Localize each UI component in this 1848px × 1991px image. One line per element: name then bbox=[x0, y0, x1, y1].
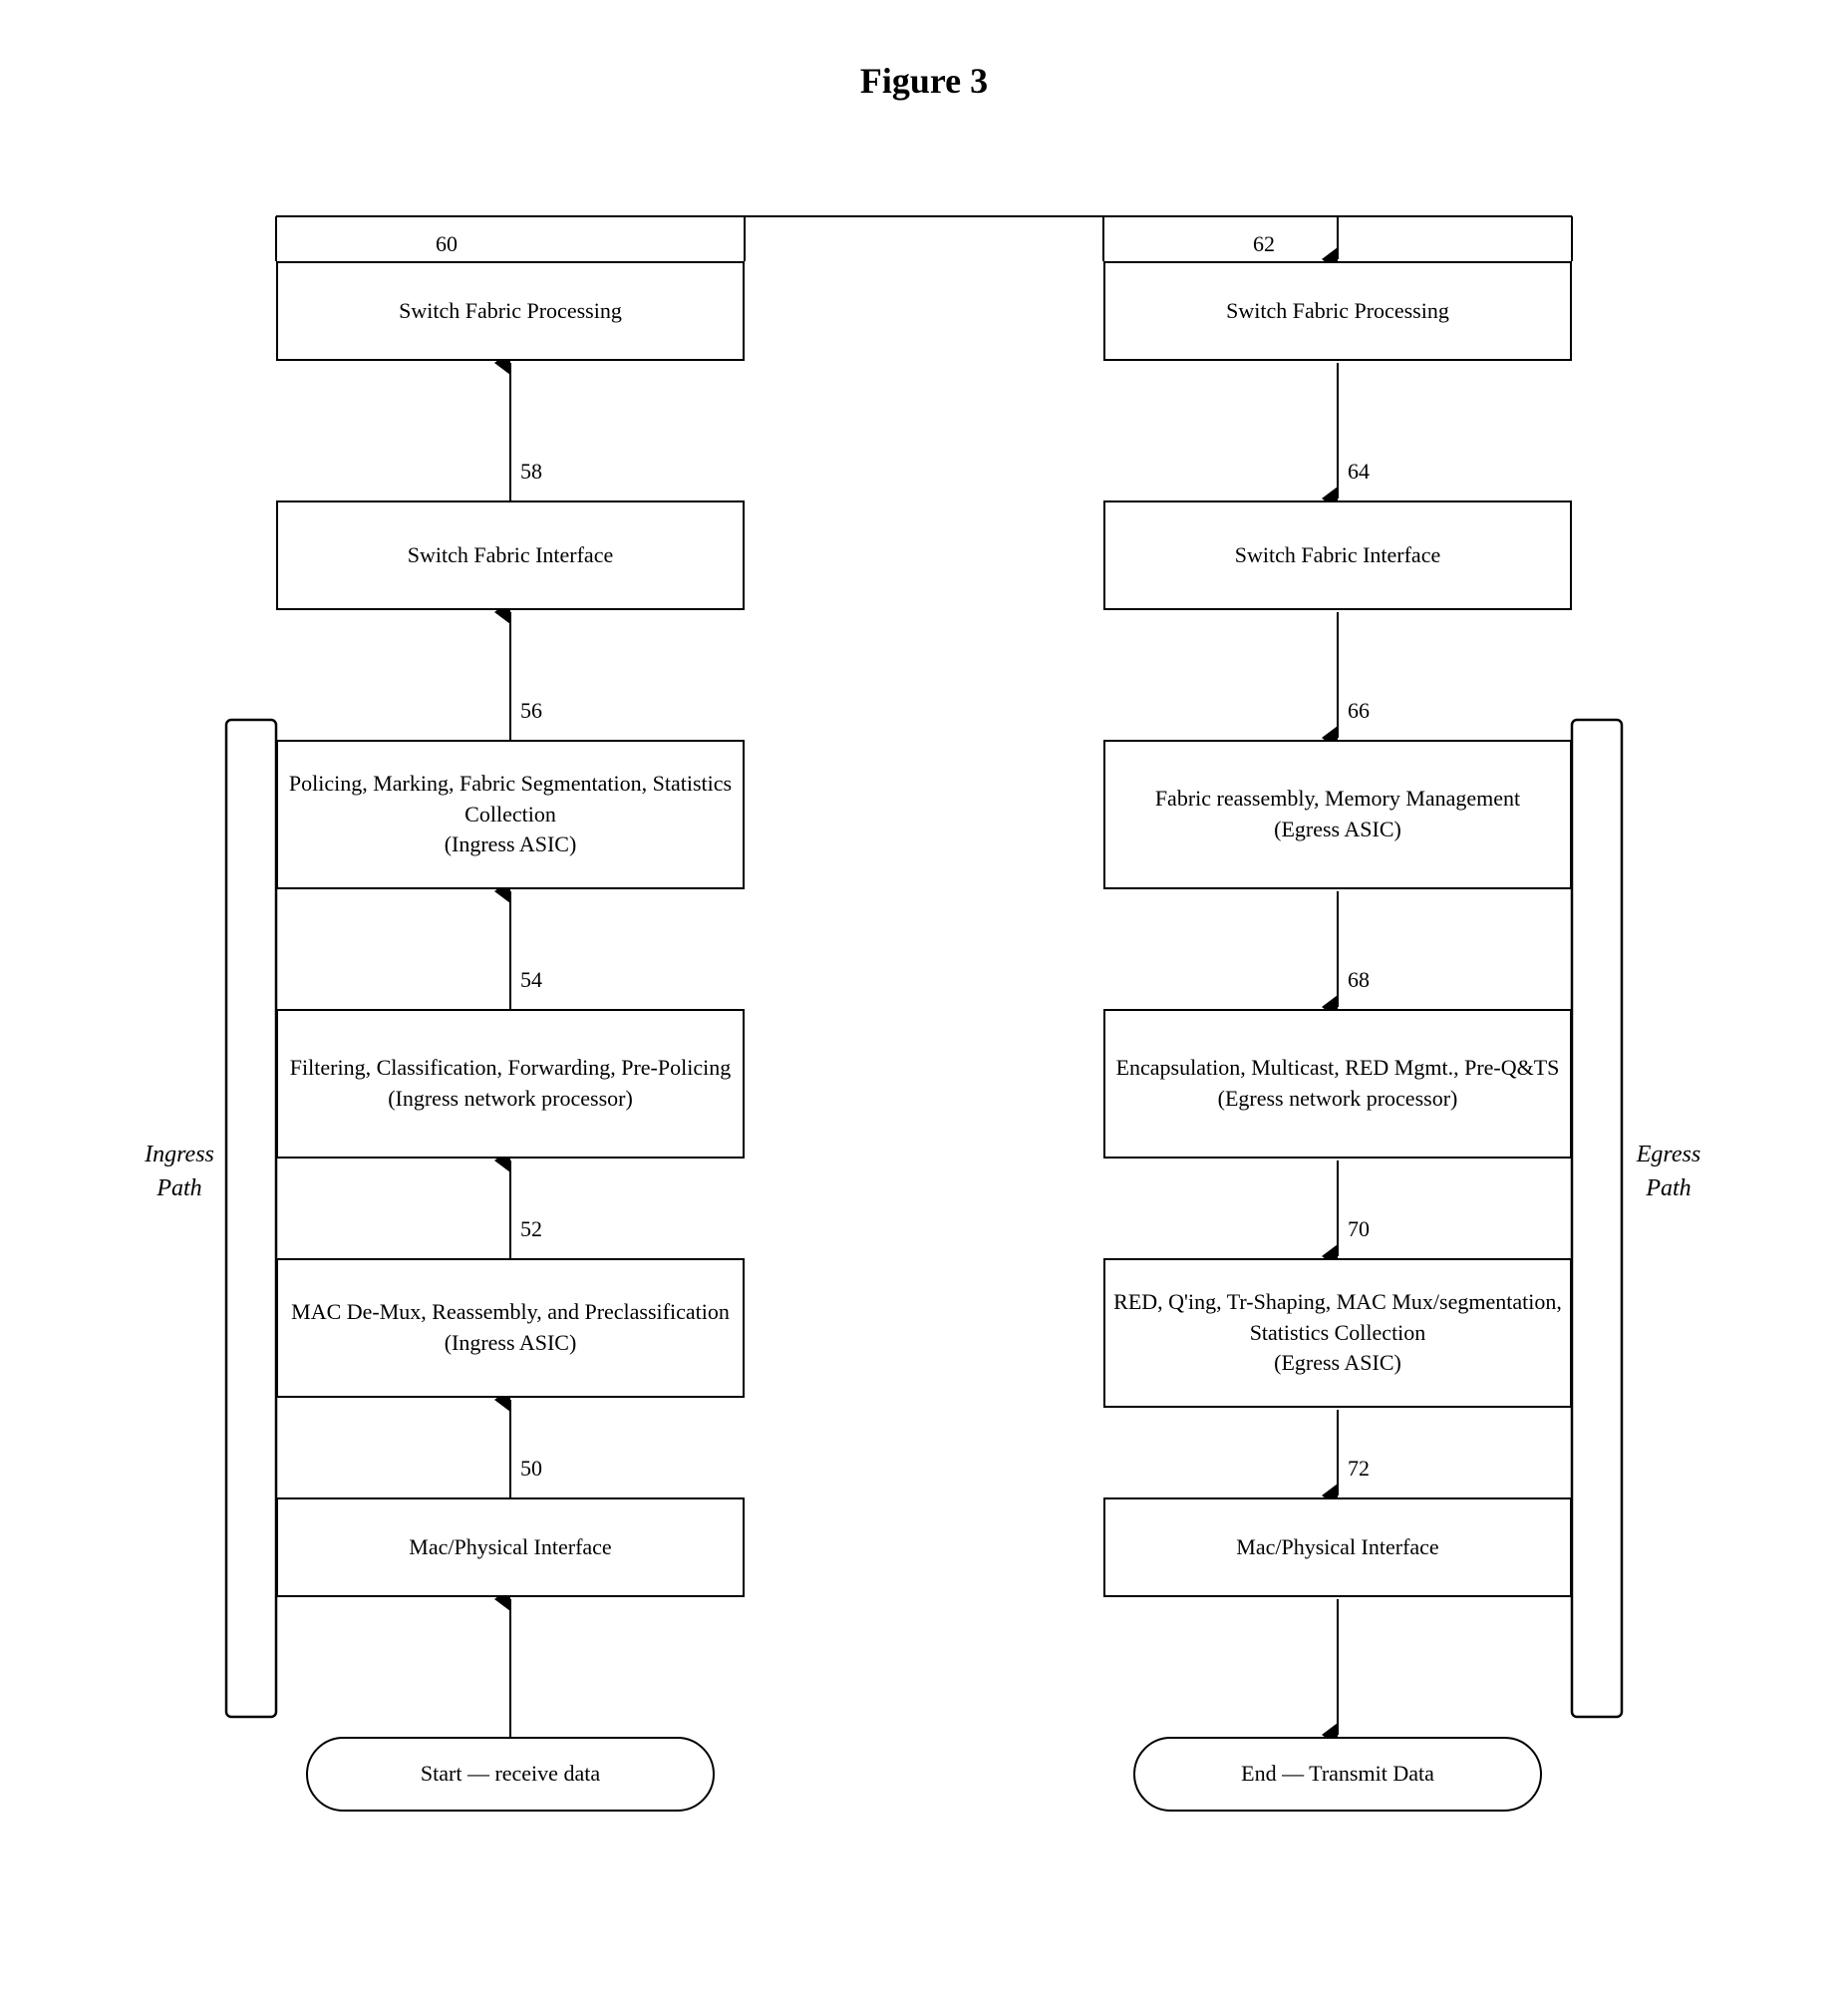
ref-54: 54 bbox=[520, 967, 542, 993]
ref-70: 70 bbox=[1348, 1216, 1370, 1242]
ref-62: 62 bbox=[1253, 231, 1275, 257]
ref-68: 68 bbox=[1348, 967, 1370, 993]
ref-72: 72 bbox=[1348, 1456, 1370, 1482]
left-sfp-box: Switch Fabric Processing bbox=[276, 261, 745, 361]
ref-52: 52 bbox=[520, 1216, 542, 1242]
right-end-box: End — Transmit Data bbox=[1133, 1737, 1542, 1812]
page-title: Figure 3 bbox=[0, 0, 1848, 142]
right-np-box: Encapsulation, Multicast, RED Mgmt., Pre… bbox=[1103, 1009, 1572, 1159]
ref-66: 66 bbox=[1348, 698, 1370, 724]
ref-64: 64 bbox=[1348, 459, 1370, 485]
egress-path-label: EgressPath bbox=[1624, 1139, 1713, 1205]
right-mac-phys-box: Mac/Physical Interface bbox=[1103, 1497, 1572, 1597]
ingress-path-label: IngressPath bbox=[135, 1139, 224, 1205]
left-start-box: Start — receive data bbox=[306, 1737, 715, 1812]
left-mac-phys-box: Mac/Physical Interface bbox=[276, 1497, 745, 1597]
right-egress-asic1-box: Fabric reassembly, Memory Management (Eg… bbox=[1103, 740, 1572, 889]
left-mac-demux-box: MAC De-Mux, Reassembly, and Preclassific… bbox=[276, 1258, 745, 1398]
right-sfi-box: Switch Fabric Interface bbox=[1103, 500, 1572, 610]
ref-56: 56 bbox=[520, 698, 542, 724]
right-sfp-box: Switch Fabric Processing bbox=[1103, 261, 1572, 361]
left-np-box: Filtering, Classification, Forwarding, P… bbox=[276, 1009, 745, 1159]
ref-58: 58 bbox=[520, 459, 542, 485]
right-egress-asic2-box: RED, Q'ing, Tr-Shaping, MAC Mux/segmenta… bbox=[1103, 1258, 1572, 1408]
left-ingress-asic-box: Policing, Marking, Fabric Segmentation, … bbox=[276, 740, 745, 889]
ref-60: 60 bbox=[436, 231, 458, 257]
left-sfi-box: Switch Fabric Interface bbox=[276, 500, 745, 610]
ref-50: 50 bbox=[520, 1456, 542, 1482]
